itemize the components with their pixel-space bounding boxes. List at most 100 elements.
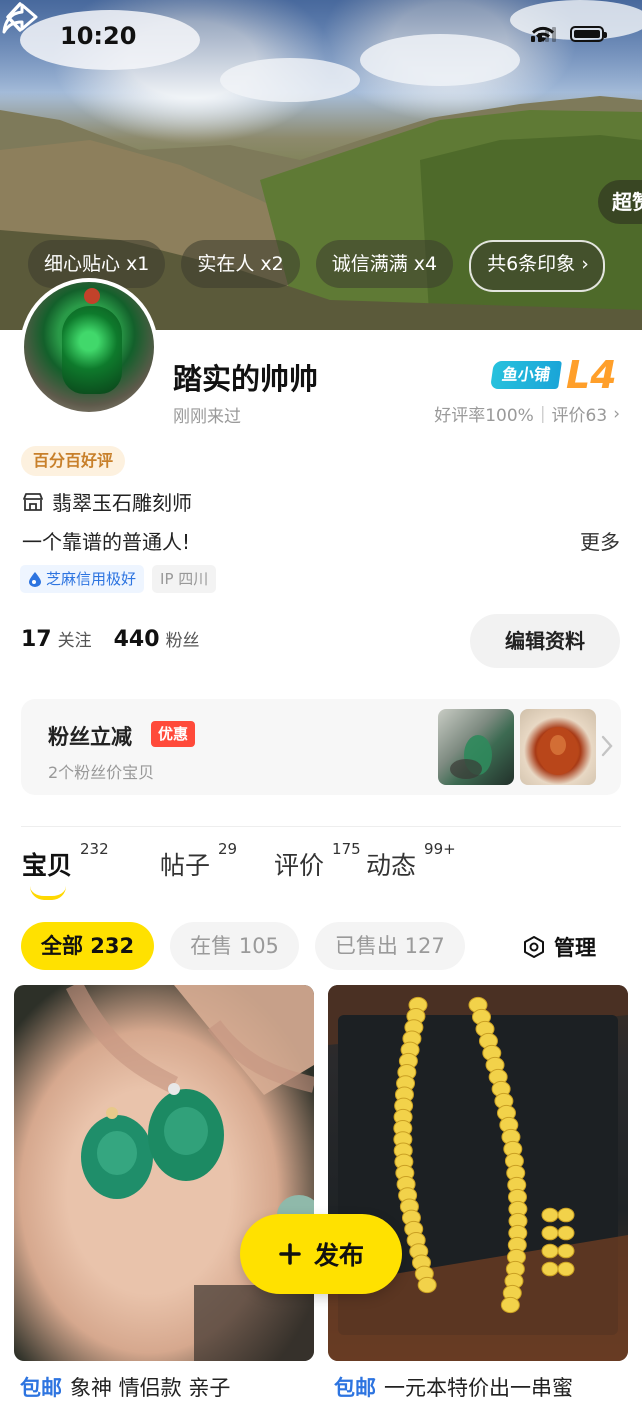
manage-label: 管理 (554, 936, 596, 960)
active-tab-indicator (30, 886, 66, 900)
credit-row: 芝麻信用极好 IP 四川 (20, 565, 217, 593)
following-count: 17 (21, 627, 52, 652)
fan-card-subtitle: 2个粉丝价宝贝 (48, 763, 155, 782)
wifi-icon (532, 26, 554, 42)
amber-bead (557, 1243, 575, 1259)
product-title-text: 一元本特价出一串蜜 (384, 1376, 573, 1400)
share-icon[interactable] (0, 0, 40, 36)
filter-on-sale[interactable]: 在售 105 (170, 922, 299, 970)
follow-stats: 17 关注 440 粉丝 (21, 626, 200, 652)
tab-count: 175 (332, 840, 361, 858)
rating-summary[interactable]: 好评率100% | 评价63 › (434, 401, 620, 427)
store-icon (23, 492, 43, 511)
free-shipping-label: 包邮 (334, 1376, 376, 1400)
amber-bead (541, 1243, 559, 1259)
fans-count: 440 (113, 627, 160, 652)
following-stat[interactable]: 17 关注 (21, 626, 92, 652)
tag-label: 细心贴心 (44, 253, 121, 275)
jade-pendant-image (450, 735, 492, 779)
tab-count: 29 (218, 840, 238, 858)
last-seen: 刚刚来过 (173, 407, 241, 427)
amber-bead (417, 1276, 437, 1294)
status-icons (531, 26, 607, 42)
tab-label: 评价 (274, 851, 325, 880)
product-title-text: 象神 情侣款 亲子 (70, 1376, 231, 1400)
impression-tag[interactable]: 诚信满满 x4 (315, 240, 454, 288)
amber-bead (541, 1207, 559, 1223)
manage-icon (524, 936, 544, 958)
tab-activity[interactable]: 动态 99+ (366, 840, 456, 882)
tag-count: x4 (413, 253, 438, 275)
chevron-right-icon: › (581, 253, 589, 275)
amber-bead-necklace-image (328, 985, 628, 1361)
battery-icon (570, 26, 607, 42)
item-filters: 全部 232 在售 105 已售出 127 (21, 922, 465, 970)
fans-label: 粉丝 (165, 631, 200, 651)
tab-reviews[interactable]: 评价 175 (274, 840, 361, 882)
publish-label: 发布 (313, 1241, 364, 1270)
product-card[interactable] (328, 985, 628, 1361)
chevron-right-icon: › (613, 403, 620, 424)
filter-sold[interactable]: 已售出 127 (314, 922, 465, 970)
credit-badge[interactable]: 芝麻信用极好 (20, 565, 145, 593)
tag-label: 诚信满满 (331, 253, 408, 275)
publish-button[interactable]: 发布 (240, 1214, 402, 1294)
tag-count: x1 (126, 253, 150, 275)
avatar-pendant (62, 306, 122, 394)
shop-badge-label: 鱼小铺 (490, 361, 562, 389)
edit-profile-button[interactable]: 编辑资料 (470, 614, 620, 668)
manage-button[interactable]: 管理 (522, 932, 596, 962)
job-label: 翡翠玉石雕刻师 (52, 491, 192, 515)
good-rate: 好评率100% (434, 406, 534, 426)
fans-stat[interactable]: 440 粉丝 (114, 626, 200, 652)
avatar[interactable] (20, 278, 158, 416)
tab-items[interactable]: 宝贝 232 (22, 840, 109, 900)
following-label: 关注 (57, 631, 92, 651)
review-count: 评价63 (551, 406, 608, 426)
free-shipping-label: 包邮 (20, 1376, 62, 1400)
tag-label: 实在人 (197, 253, 255, 275)
tag-count: x2 (260, 253, 284, 275)
all-impressions-button[interactable]: 共6条印象 › (469, 240, 605, 292)
product-title[interactable]: 包邮 一元本特价出一串蜜 (334, 1372, 634, 1402)
amber-bead (541, 1225, 559, 1241)
amber-bead (557, 1207, 575, 1223)
discount-tag: 优惠 (151, 721, 196, 747)
amber-bead (500, 1296, 520, 1314)
ip-location: IP 四川 (152, 565, 217, 593)
amber-bead (557, 1225, 575, 1241)
impressions-label: 共6条印象 (487, 253, 576, 275)
status-time: 10:20 (60, 22, 137, 50)
tab-label: 帖子 (160, 851, 211, 880)
plus-icon (279, 1243, 301, 1265)
more-button[interactable]: 更多 (580, 526, 620, 555)
product-card[interactable] (14, 985, 314, 1361)
chevron-right-icon (601, 735, 613, 757)
content-tabs: 宝贝 232 帖子 29 评价 175 动态 99+ (22, 840, 456, 900)
amber-pendant-image (538, 727, 578, 775)
super-chip[interactable]: 超赞 (598, 180, 642, 224)
amber-bead (541, 1261, 559, 1277)
fan-card-title: 粉丝立减 (48, 725, 132, 749)
sesame-credit-icon (29, 572, 41, 587)
shop-level: L4 (566, 353, 617, 397)
tab-count: 232 (80, 840, 109, 858)
tab-label: 动态 (366, 851, 417, 880)
separator: | (539, 403, 546, 424)
bio: 一个靠谱的普通人! (22, 530, 191, 554)
tab-posts[interactable]: 帖子 29 (160, 840, 237, 882)
product-title[interactable]: 包邮 象神 情侣款 亲子 (20, 1372, 320, 1402)
tab-label: 宝贝 (22, 851, 73, 880)
avatar-bead (84, 288, 100, 304)
jade-buddha-pendants-image (65, 985, 314, 1361)
fan-item-thumbnail[interactable] (520, 709, 596, 785)
impression-tag[interactable]: 实在人 x2 (181, 240, 300, 288)
credit-label: 芝麻信用极好 (46, 570, 137, 588)
filter-all[interactable]: 全部 232 (21, 922, 155, 970)
shop-level-badge[interactable]: 鱼小铺 L4 (490, 353, 617, 397)
tab-count: 99+ (424, 840, 456, 858)
job-title: 翡翠玉石雕刻师 (22, 487, 192, 516)
fan-item-thumbnail[interactable] (438, 709, 514, 785)
fan-discount-card[interactable]: 粉丝立减 优惠 2个粉丝价宝贝 (21, 699, 621, 795)
amber-bead (557, 1261, 575, 1277)
